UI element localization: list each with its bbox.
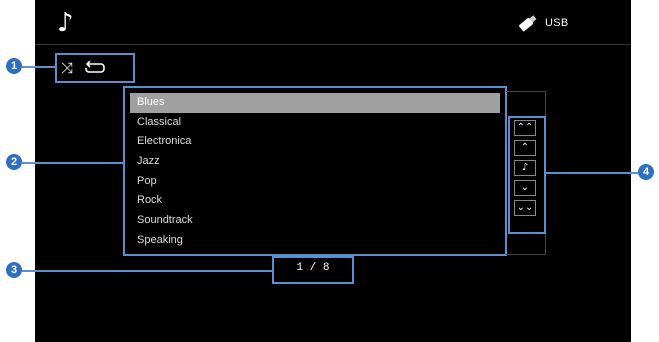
shuffle-icon[interactable]: ⤨ — [61, 59, 73, 77]
callout-line-1 — [22, 66, 55, 68]
list-item[interactable]: Pop — [130, 172, 500, 192]
list-item[interactable]: Speaking — [130, 231, 500, 251]
list-item[interactable]: Rock — [130, 191, 500, 211]
callout-badge-1: 1 — [6, 58, 22, 74]
source-indicator: USB — [517, 13, 569, 33]
list-item[interactable]: Blues — [130, 93, 500, 113]
page-up-icon[interactable]: ⌃⌃ — [514, 120, 536, 136]
content-list: Blues Classical Electronica Jazz Pop Roc… — [125, 88, 505, 254]
source-label: USB — [545, 17, 569, 29]
down-icon[interactable]: ⌄ — [514, 180, 536, 196]
up-icon[interactable]: ⌃ — [514, 140, 536, 156]
callout-line-2 — [22, 162, 123, 164]
mode-icons: ⤨ — [57, 55, 133, 81]
callout-line-4 — [546, 172, 638, 174]
now-playing-icon[interactable]: ♪ — [514, 160, 536, 176]
header-divider — [35, 44, 631, 45]
list-item[interactable]: Soundtrack — [130, 211, 500, 231]
usb-stick-icon — [519, 15, 537, 32]
callout-line-3 — [22, 270, 272, 272]
music-note-icon: ♪ — [57, 8, 74, 38]
repeat-icon[interactable] — [83, 61, 107, 75]
callout-badge-2: 2 — [6, 154, 22, 170]
callout-badge-4: 4 — [638, 164, 654, 180]
nav-buttons: ⌃⌃ ⌃ ♪ ⌄ ⌄⌄ — [508, 116, 548, 234]
list-item[interactable]: Jazz — [130, 152, 500, 172]
list-item[interactable]: Electronica — [130, 132, 500, 152]
page-indicator: 1 / 8 — [296, 262, 330, 274]
page-down-icon[interactable]: ⌄⌄ — [514, 200, 536, 216]
callout-badge-3: 3 — [6, 262, 22, 278]
list-item[interactable]: Classical — [130, 113, 500, 133]
